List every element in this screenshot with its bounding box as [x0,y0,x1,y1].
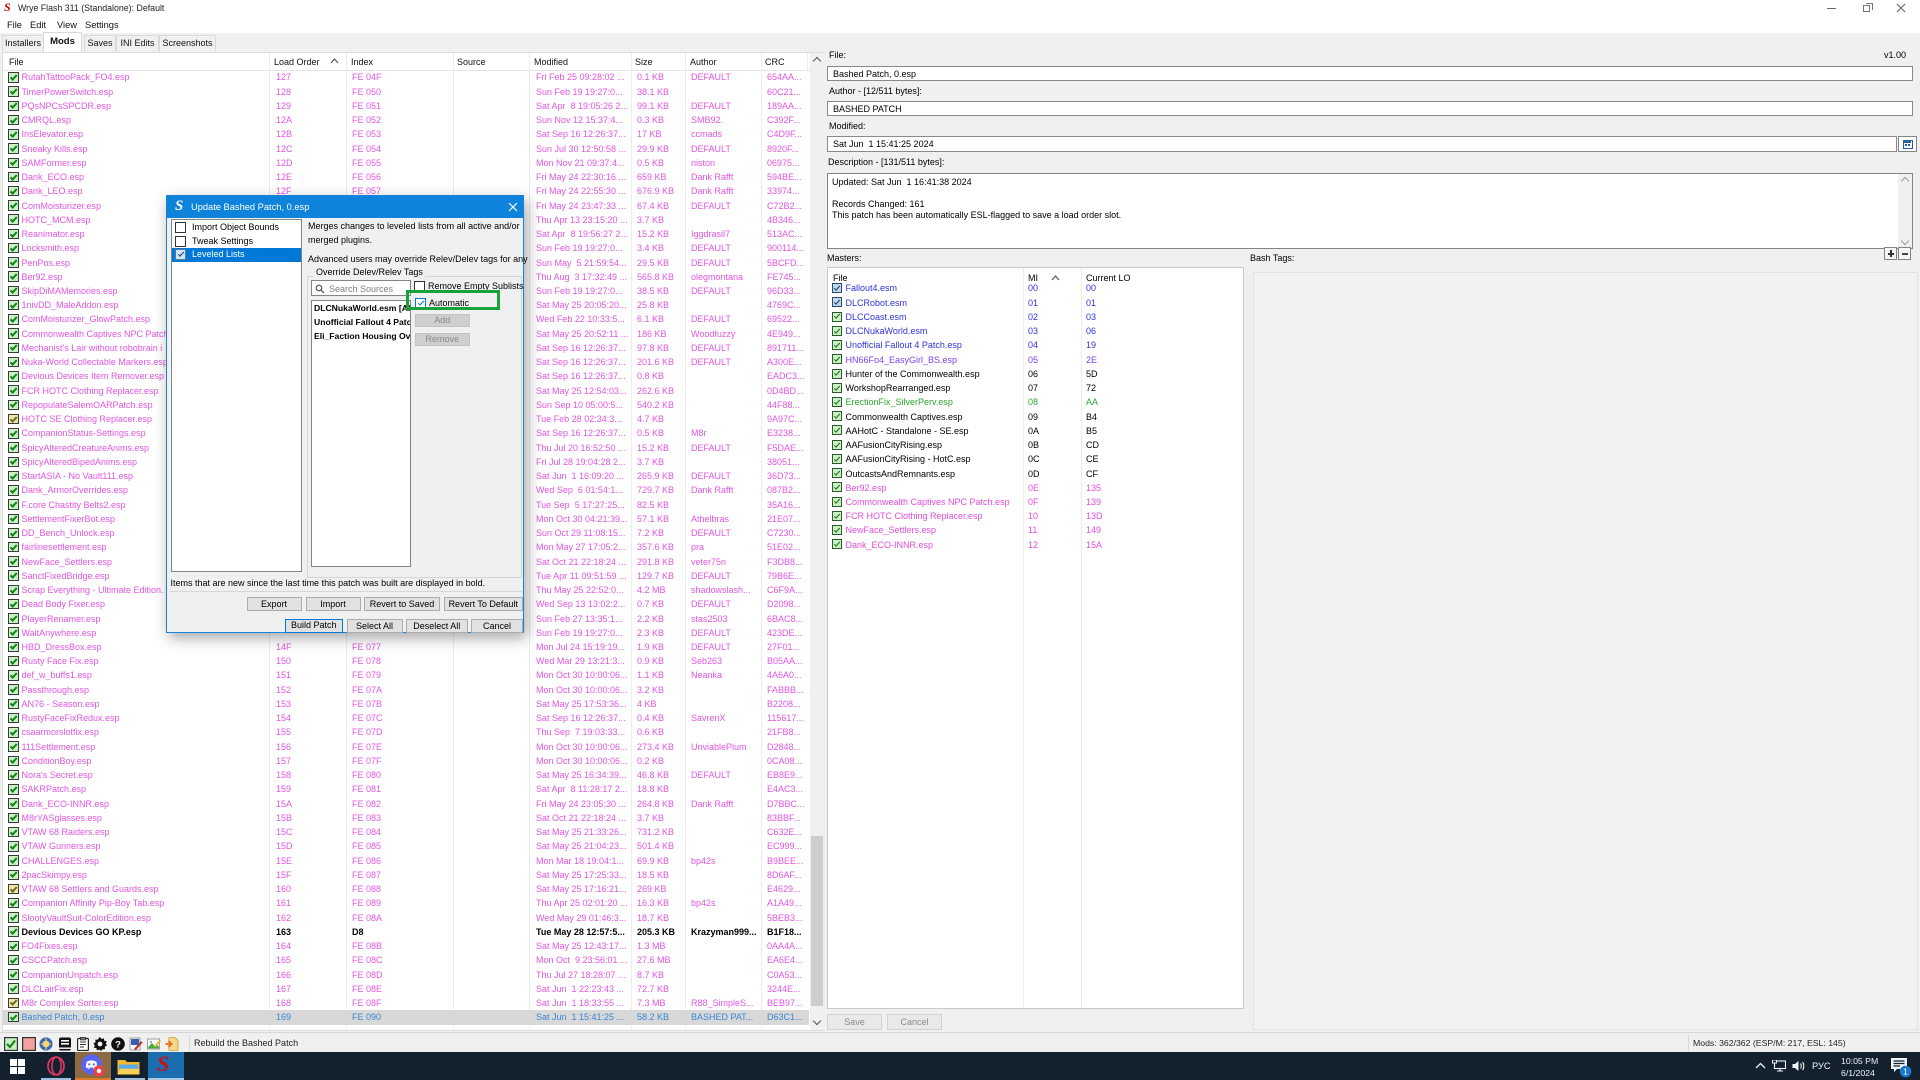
svg-text:1: 1 [1903,1067,1908,1077]
svg-text:?: ? [115,1039,121,1050]
